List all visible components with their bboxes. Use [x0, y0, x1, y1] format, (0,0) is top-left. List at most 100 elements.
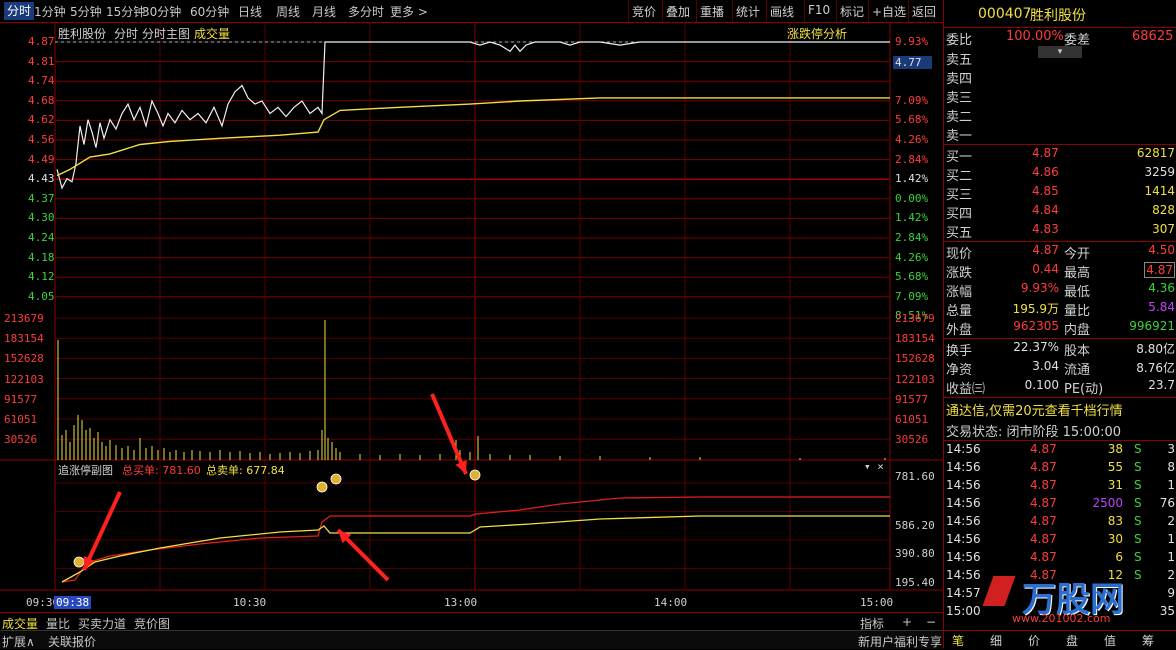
volume-axis-label-right: 122103: [895, 372, 935, 386]
price-axis-label: 4.05: [28, 289, 55, 303]
panel-tab-4[interactable]: 值: [1104, 632, 1116, 649]
volume-axis-label-left: 61051: [4, 413, 38, 426]
price-axis-label: 4.74: [28, 74, 55, 88]
panel-tab-0[interactable]: 笔: [952, 632, 964, 649]
trade-status: 交易状态: 闭市阶段 15:00:00: [946, 425, 1122, 440]
value: 0.44: [1032, 262, 1059, 276]
sub-chart-controls[interactable]: ▾ ×: [864, 460, 884, 473]
value: 195.9万: [1012, 302, 1059, 316]
sell-row: 卖三: [944, 87, 1176, 106]
panel-tab-3[interactable]: 盘: [1066, 632, 1078, 649]
sub-chart-title: 追涨停副图: [58, 464, 113, 477]
value: 996921: [1129, 319, 1175, 333]
divider: [944, 397, 1176, 398]
price: 4.83: [1032, 222, 1059, 236]
value: 4.50: [1148, 243, 1175, 257]
volume: 2500: [1092, 496, 1123, 510]
price: 4.87: [1030, 478, 1057, 492]
volume: 307: [1152, 222, 1175, 236]
value: 4.87: [1144, 262, 1175, 278]
pct-axis-label: 9.93%: [895, 35, 929, 48]
count: 76: [1159, 496, 1175, 510]
volume: 55: [1107, 460, 1123, 474]
price-axis-label: 4.49: [28, 152, 55, 166]
volume: 31: [1107, 478, 1123, 492]
volume-axis-label-left: 91577: [4, 392, 38, 406]
volume-axis-label-right: 152628: [895, 352, 935, 366]
volume: 1414: [1144, 184, 1175, 198]
panel-tab-2[interactable]: 价: [1028, 632, 1040, 649]
panel-tab-5[interactable]: 筹: [1142, 632, 1154, 649]
buy-row: 买一 4.87 62817: [944, 146, 1176, 165]
value: 8.76亿: [1136, 361, 1175, 375]
time: 14:56: [946, 550, 981, 564]
label: 卖四: [946, 72, 973, 87]
tick-row: 14:56 4.87 31 S 1: [944, 478, 1176, 496]
tab-right-2[interactable]: −: [926, 615, 936, 629]
volume: 38: [1107, 442, 1123, 456]
pct-axis-label: 5.68%: [895, 113, 929, 127]
time: 14:56: [946, 442, 981, 456]
volume: 6: [1115, 550, 1123, 564]
sub-sell-label: 总卖单: 677.84: [206, 464, 285, 477]
label: 现价: [946, 247, 973, 262]
value: 5.84: [1148, 300, 1175, 314]
pct-axis-label: 7.09%: [895, 93, 929, 107]
pct-axis-label: 1.42%: [895, 172, 929, 186]
value: 3.04: [1032, 359, 1059, 373]
count: 1: [1167, 550, 1175, 564]
time: 14:57: [946, 586, 981, 600]
value: 22.37%: [1013, 340, 1059, 354]
volume-axis-label-left: 183154: [4, 332, 44, 346]
direction: S: [1134, 460, 1142, 474]
label: 收益㈢: [946, 382, 986, 397]
extra-row: 换手 22.37% 股本 8.80亿: [944, 340, 1176, 359]
legend-item-3: 成交量: [194, 27, 231, 41]
price-axis-label: 4.30: [28, 211, 55, 225]
label: 卖三: [946, 91, 973, 106]
buy-row: 买二 4.86 3259: [944, 165, 1176, 184]
legend-item-1: 分时: [114, 27, 139, 41]
price: 4.87: [1030, 442, 1057, 456]
quote-row: 涨跌 0.44 最高 4.87: [944, 262, 1176, 281]
price-axis-label: 4.12: [28, 270, 55, 284]
sell-row: 卖五: [944, 49, 1176, 68]
time: 14:56: [946, 496, 981, 510]
pct-axis-label: 5.68%: [895, 270, 929, 284]
promo-link[interactable]: 通达信,仅需20元查看千档行情: [946, 400, 1123, 419]
tick-row: 14:56 4.87 55 S 8: [944, 460, 1176, 478]
current-price-tag: 4.77: [893, 56, 932, 69]
buy-row: 买四 4.84 828: [944, 203, 1176, 222]
volume-axis-label-left: 122103: [4, 372, 44, 386]
divider: [944, 338, 1176, 339]
watermark-url: www.201002.com: [1012, 612, 1111, 625]
sell-row: 卖四: [944, 68, 1176, 87]
label: 今开: [1064, 247, 1091, 262]
watermark-logo: 万股网 www.201002.com: [982, 570, 1176, 630]
legend-item-0: 胜利股份: [58, 27, 107, 41]
tab-right-1[interactable]: +: [902, 615, 912, 629]
direction: S: [1134, 532, 1142, 546]
label: 换手: [946, 344, 973, 359]
volume-axis-label-left: 30526: [4, 433, 38, 447]
label: 量比: [1064, 304, 1091, 319]
time-axis-label: 13:00: [444, 596, 478, 609]
time: 14:56: [946, 460, 981, 474]
new-user-promo[interactable]: 新用户福利专享: [858, 633, 942, 650]
expand-button[interactable]: 扩展∧: [2, 633, 35, 650]
time: 15:00: [946, 604, 981, 618]
related-quote-button[interactable]: 关联报价: [48, 633, 96, 650]
sell-row: 卖一: [944, 125, 1176, 144]
volume: 83: [1107, 514, 1123, 528]
direction: S: [1134, 550, 1142, 564]
price-axis-label: 4.37: [28, 191, 55, 205]
time: 14:56: [946, 514, 981, 528]
volume: 3259: [1144, 165, 1175, 179]
time-axis-label: 15:00: [860, 596, 894, 609]
tick-row: 14:56 4.87 30 S 1: [944, 532, 1176, 550]
panel-tab-1[interactable]: 细: [990, 632, 1002, 649]
label: 卖一: [946, 129, 973, 144]
label: 卖五: [946, 53, 973, 68]
extra-row: 净资 3.04 流通 8.76亿: [944, 359, 1176, 378]
limit-analysis-link[interactable]: 涨跌停分析: [787, 25, 847, 42]
